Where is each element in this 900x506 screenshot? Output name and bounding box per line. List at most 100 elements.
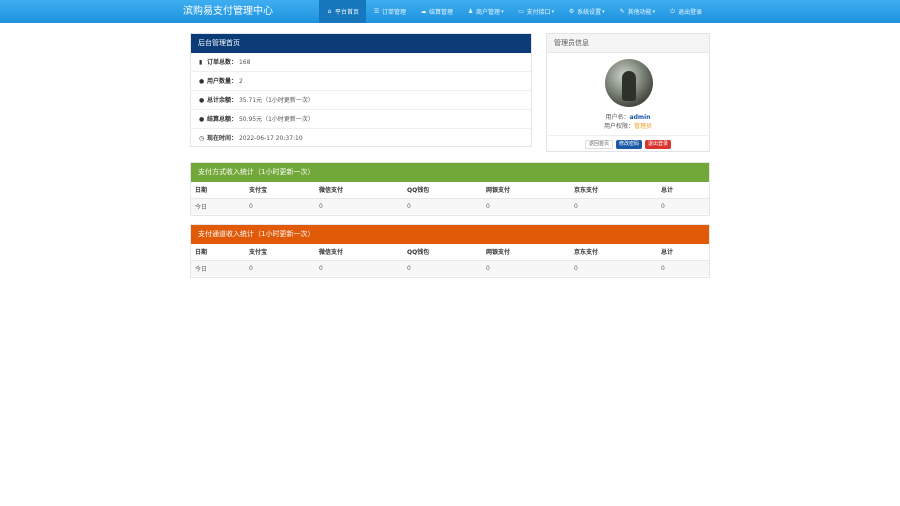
table-cell: 0 (315, 260, 403, 276)
info-label: 订单总数： (207, 59, 238, 66)
nav-label: 商户管理 (476, 9, 501, 16)
avatar-figure (622, 71, 636, 101)
nav-settlement[interactable]: ☁ 结算管理 (413, 0, 460, 23)
table-cell: 今日 (191, 198, 245, 214)
column-header: 总计 (657, 244, 709, 261)
table-header-row: 日期 支付宝 微信支付 QQ钱包 网银支付 京东支付 总计 (191, 244, 709, 261)
nav-other[interactable]: ✎ 其他功能 ▾ (612, 0, 663, 23)
cloud-icon: ☁ (420, 8, 427, 15)
table-cell: 0 (570, 260, 657, 276)
info-label: 总计余额： (207, 97, 238, 104)
info-row-users: ● 用户数量： 2 (191, 72, 531, 91)
column-header: 微信支付 (315, 244, 403, 261)
table-row: 今日 0 0 0 0 0 0 (191, 260, 709, 276)
column-header: 网银支付 (482, 182, 570, 199)
admin-info-panel: 管理员信息 用户名：admin 用户权限：管理员 返回首页 修改密码 退出登录 (546, 33, 710, 152)
table-cell: 0 (245, 198, 315, 214)
table-header-row: 日期 支付宝 微信支付 QQ钱包 网银支付 京东支付 总计 (191, 182, 709, 199)
nav-merchants[interactable]: ♟ 商户管理 ▾ (460, 0, 511, 23)
payment-channel-stats-table: 日期 支付宝 微信支付 QQ钱包 网银支付 京东支付 总计 今日 0 0 0 0… (191, 244, 709, 276)
column-header: 京东支付 (570, 244, 657, 261)
back-home-button[interactable]: 返回首页 (584, 140, 613, 149)
table-row: 今日 0 0 0 0 0 0 (191, 198, 709, 214)
column-header: 京东支付 (570, 182, 657, 199)
gear-icon: ⚙ (568, 8, 575, 15)
table-cell: 0 (482, 260, 570, 276)
info-row-balance: ● 总计余额： 35.71元（1小时更新一次） (191, 91, 531, 110)
table-cell: 0 (245, 260, 315, 276)
payment-method-stats-table: 日期 支付宝 微信支付 QQ钱包 网银支付 京东支付 总计 今日 0 0 0 0… (191, 182, 709, 214)
drop-icon: ● (199, 116, 205, 123)
info-value: 50.95元（1小时更新一次） (238, 116, 314, 123)
payment-method-stats-panel: 支付方式收入统计（1小时更新一次） 日期 支付宝 微信支付 QQ钱包 网银支付 … (190, 162, 710, 216)
table-cell: 0 (403, 198, 482, 214)
list-icon: ☰ (373, 8, 380, 15)
chevron-down-icon: ▾ (551, 8, 555, 15)
info-value: 2 (238, 78, 243, 85)
nav-label: 平台首页 (335, 9, 360, 16)
info-label: 现在时间： (207, 135, 238, 142)
table-cell: 0 (315, 198, 403, 214)
brand-title[interactable]: 滨购易支付管理中心 (183, 4, 273, 19)
logout-button[interactable]: 退出登录 (645, 140, 672, 149)
table-cell: 0 (657, 198, 709, 214)
info-value: 35.71元（1小时更新一次） (238, 97, 314, 104)
info-row-settlement: ● 结算总额： 50.95元（1小时更新一次） (191, 110, 531, 129)
tool-icon: ✎ (619, 8, 625, 15)
column-header: 网银支付 (482, 244, 570, 261)
nav-label: 退出登录 (678, 9, 703, 16)
nav-label: 结算管理 (429, 9, 454, 16)
nav-label: 其他功能 (627, 9, 652, 16)
home-icon: ⌂ (327, 8, 332, 15)
card-icon: ▭ (518, 8, 524, 15)
username-value: admin (629, 114, 651, 121)
column-header: 日期 (191, 182, 245, 199)
info-value: 168 (238, 59, 251, 66)
info-label: 用户数量： (207, 78, 238, 85)
chevron-down-icon: ▾ (602, 8, 605, 15)
table-cell: 0 (482, 198, 570, 214)
admin-home-panel: 后台管理首页 ▮ 订单总数： 168 ● 用户数量： 2 ● 总计余额： 35.71元… (190, 33, 532, 147)
avatar (605, 59, 653, 107)
nav-payment-interface[interactable]: ▭ 支付接口 ▾ (511, 0, 562, 23)
table-cell: 今日 (191, 260, 245, 276)
table-cell: 0 (657, 260, 709, 276)
nav-label: 订单管理 (382, 9, 407, 16)
column-header: 支付宝 (245, 182, 315, 199)
info-row-time: ◷ 现在时间： 2022-06-17 20:37:10 (191, 129, 531, 148)
nav-logout[interactable]: ⏻ 退出登录 (662, 0, 709, 23)
column-header: 微信支付 (315, 182, 403, 199)
column-header: 日期 (191, 244, 245, 261)
top-navbar: 滨购易支付管理中心 ⌂ 平台首页 ☰ 订单管理 ☁ 结算管理 ♟ 商户管理 ▾ … (0, 0, 900, 23)
power-icon: ⏻ (670, 7, 676, 15)
info-row-orders: ▮ 订单总数： 168 (191, 53, 531, 72)
chevron-down-icon: ▾ (501, 8, 504, 15)
nav-label: 支付接口 (526, 9, 551, 16)
payment-channel-stats-title: 支付通道收入统计（1小时更新一次） (191, 225, 709, 244)
payment-channel-stats-panel: 支付通道收入统计（1小时更新一次） 日期 支付宝 微信支付 QQ钱包 网银支付 … (190, 224, 710, 278)
clock-icon: ◷ (199, 135, 205, 142)
admin-home-title: 后台管理首页 (191, 34, 531, 53)
admin-actions: 返回首页 修改密码 退出登录 (547, 135, 709, 149)
column-header: 总计 (657, 182, 709, 199)
nav-label: 系统设置 (577, 9, 602, 16)
info-value: 2022-06-17 20:37:10 (238, 135, 303, 142)
column-header: QQ钱包 (403, 244, 482, 261)
bar-chart-icon: ▮ (199, 59, 203, 66)
column-header: QQ钱包 (403, 182, 482, 199)
chevron-down-icon: ▾ (652, 8, 656, 15)
table-cell: 0 (570, 198, 657, 214)
user-icon: ♟ (467, 8, 474, 15)
drop-icon: ● (199, 78, 205, 85)
nav-system-settings[interactable]: ⚙ 系统设置 ▾ (561, 0, 612, 23)
nav-home[interactable]: ⌂ 平台首页 (319, 0, 367, 23)
drop-icon: ● (199, 97, 205, 104)
nav-orders[interactable]: ☰ 订单管理 (366, 0, 413, 23)
info-label: 结算总额： (207, 116, 238, 123)
username-label: 用户名： (605, 114, 630, 121)
column-header: 支付宝 (245, 244, 315, 261)
change-password-button[interactable]: 修改密码 (615, 140, 642, 149)
username-line: 用户名：admin (547, 112, 709, 121)
main-nav: ⌂ 平台首页 ☰ 订单管理 ☁ 结算管理 ♟ 商户管理 ▾ ▭ 支付接口 ▾ ⚙… (319, 0, 709, 23)
payment-method-stats-title: 支付方式收入统计（1小时更新一次） (191, 163, 709, 182)
